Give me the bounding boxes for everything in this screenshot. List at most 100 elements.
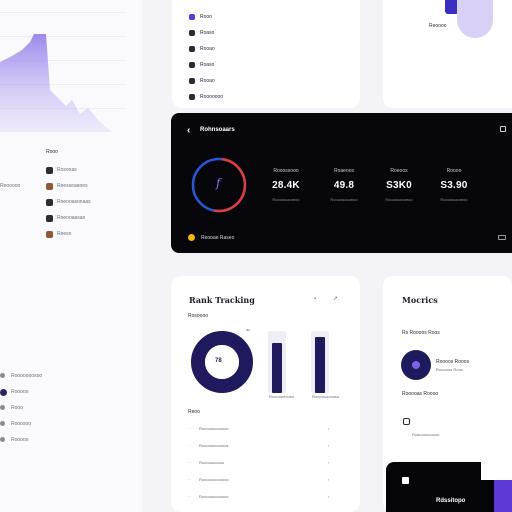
rank-donut <box>191 331 253 393</box>
item-icon <box>189 14 195 20</box>
rank-list-item[interactable]: Roooooooooooo <box>199 495 229 499</box>
stat-value: S3K0 <box>386 180 412 191</box>
nav-item-0[interactable]: Rooooooosoo <box>11 374 42 379</box>
hero-footer-label: Reooae Raseo <box>201 235 235 241</box>
rank-title: Rank Tracking <box>189 295 255 305</box>
list-item-label[interactable]: Roeooasonaas <box>57 200 91 205</box>
stat-label: Roeoos <box>390 168 408 174</box>
row-index: ·· <box>188 443 191 448</box>
grid-icon[interactable]: ▪ <box>314 296 316 302</box>
avatar-icon <box>46 231 53 238</box>
metric-avatar <box>401 350 431 380</box>
nav-icon <box>0 373 5 378</box>
list-item-label[interactable]: Roeooaasas <box>57 216 85 221</box>
rank-sub-label: Rosoooo <box>188 313 209 319</box>
share-icon[interactable]: ➚ <box>333 295 338 302</box>
bar <box>272 343 282 393</box>
chevron-icon[interactable]: › <box>328 478 329 482</box>
checkbox-icon[interactable] <box>403 418 410 425</box>
nav-icon <box>0 389 7 396</box>
lock-icon[interactable] <box>500 126 506 132</box>
stat-value: 28.4K <box>272 180 300 191</box>
donut-hole <box>205 345 239 379</box>
item-icon <box>189 94 195 100</box>
metric-item-sub: Roooooo Roos <box>436 367 463 372</box>
avatar-dot-icon <box>412 361 420 369</box>
nav-item-3[interactable]: Rooosoo <box>11 422 31 427</box>
ring-glyph: f <box>216 176 221 190</box>
hero-stat: Roaeoos 49.8 Roooosoooeoo <box>321 168 367 202</box>
row-index: ·· <box>188 460 191 465</box>
expand-icon[interactable] <box>498 235 506 240</box>
row-index: ·· <box>188 426 191 431</box>
hero-card: ‹ Rohnsoaars f Rooossooo 28.4K Roooosoooeo… <box>171 113 512 253</box>
list-item-label[interactable]: Rosooas <box>57 168 77 173</box>
nav-item-1[interactable]: Rooooo <box>11 390 29 395</box>
top-list-card: Rooo Roaso Rooao Roaso Rooao Rooooooo <box>172 0 360 108</box>
area-series <box>0 34 112 132</box>
hero-stat: Roeoos S3K0 Roooosoooeoo <box>376 168 422 202</box>
rank-list-title: Reoo <box>188 409 200 415</box>
stat-sub: Roooosoooeoo <box>330 197 358 202</box>
area-chart <box>0 34 112 132</box>
stat-label: Rooossooo <box>273 168 299 174</box>
rank-list-item[interactable]: Rooooooooooos <box>199 444 228 448</box>
bar <box>315 337 325 393</box>
blob-shape <box>457 0 493 38</box>
side-label: Reooooo <box>0 183 21 189</box>
chevron-icon[interactable]: › <box>328 495 329 499</box>
hero-stat: Rooossooo 28.4K Roooosoooeoo <box>263 168 309 202</box>
metrics-subtitle: Rs Roooos Roos <box>402 330 440 336</box>
top-list-item[interactable]: Rooooooo <box>200 95 223 100</box>
metrics-title: Mocrics <box>402 295 438 305</box>
hero-title: Rohnsoaars <box>200 127 235 133</box>
grid-line <box>0 12 126 13</box>
chevron-icon[interactable]: › <box>328 427 329 431</box>
nav-icon <box>0 421 5 426</box>
left-panel: Rooo Rosooas Reesseaeoes Roeooasonaas Roeoo… <box>0 0 142 512</box>
metric-item-label: Roooos Rooos <box>436 359 470 365</box>
bottom-dark-card: Rdssitopo <box>386 462 512 512</box>
top-list-item[interactable]: Roaso <box>200 31 214 36</box>
donut-label: 78 <box>215 358 222 364</box>
back-icon[interactable]: ‹ <box>187 125 190 136</box>
hero-stat: Roooo S3.90 Roooosoooeoo <box>431 168 477 202</box>
metrics-footer-label: Roaooooooooo <box>412 432 440 437</box>
metrics-section: Rooooas Roooo <box>402 391 439 397</box>
stat-sub: Roooosoooeoo <box>272 197 300 202</box>
rank-tracking-card: Rank Tracking ▪ ➚ Rosoooo 78 ac Rooooooo… <box>171 276 360 512</box>
white-block <box>481 462 512 480</box>
item-icon <box>189 78 195 84</box>
bottom-dark-title: Rdssitopo <box>436 498 466 504</box>
top-list-item[interactable]: Rooao <box>200 47 215 52</box>
square-icon <box>402 477 409 484</box>
top-list-item[interactable]: Roaso <box>200 63 214 68</box>
bar-label: Rooooooooso <box>269 394 294 399</box>
status-dot-icon <box>188 234 195 241</box>
item-icon <box>189 46 195 52</box>
stat-label: Roooo <box>446 168 462 174</box>
stat-sub: Roooosoooeoo <box>440 197 468 202</box>
top-right-label: Reoooo <box>429 23 447 29</box>
top-list-item[interactable]: Rooao <box>200 79 215 84</box>
stat-sub: Roooosoooeoo <box>385 197 413 202</box>
list-item-label[interactable]: Reeso <box>57 232 71 237</box>
nav-item-2[interactable]: Rooo <box>11 406 23 411</box>
list-item-label[interactable]: Reesseaeoes <box>57 184 88 189</box>
chevron-icon[interactable]: › <box>328 444 329 448</box>
item-icon <box>189 30 195 36</box>
top-list-item[interactable]: Rooo <box>200 15 212 20</box>
rank-list-item[interactable]: Roooooooooooo <box>199 478 229 482</box>
donut-tick: ac <box>246 327 251 332</box>
accent-block <box>494 480 512 512</box>
stat-label: Roaeoos <box>333 168 354 174</box>
rank-list-item[interactable]: Roooooooooooo <box>199 427 229 431</box>
row-index: ·· <box>188 494 191 499</box>
row-index: ·· <box>188 477 191 482</box>
top-right-card: Reoooo <box>383 0 512 108</box>
rank-list-item[interactable]: Roooooooooo <box>199 461 224 465</box>
nav-item-4[interactable]: Rooooo <box>11 438 29 443</box>
item-icon <box>189 62 195 68</box>
chevron-icon[interactable]: › <box>328 461 329 465</box>
stat-value: 49.8 <box>333 180 355 191</box>
